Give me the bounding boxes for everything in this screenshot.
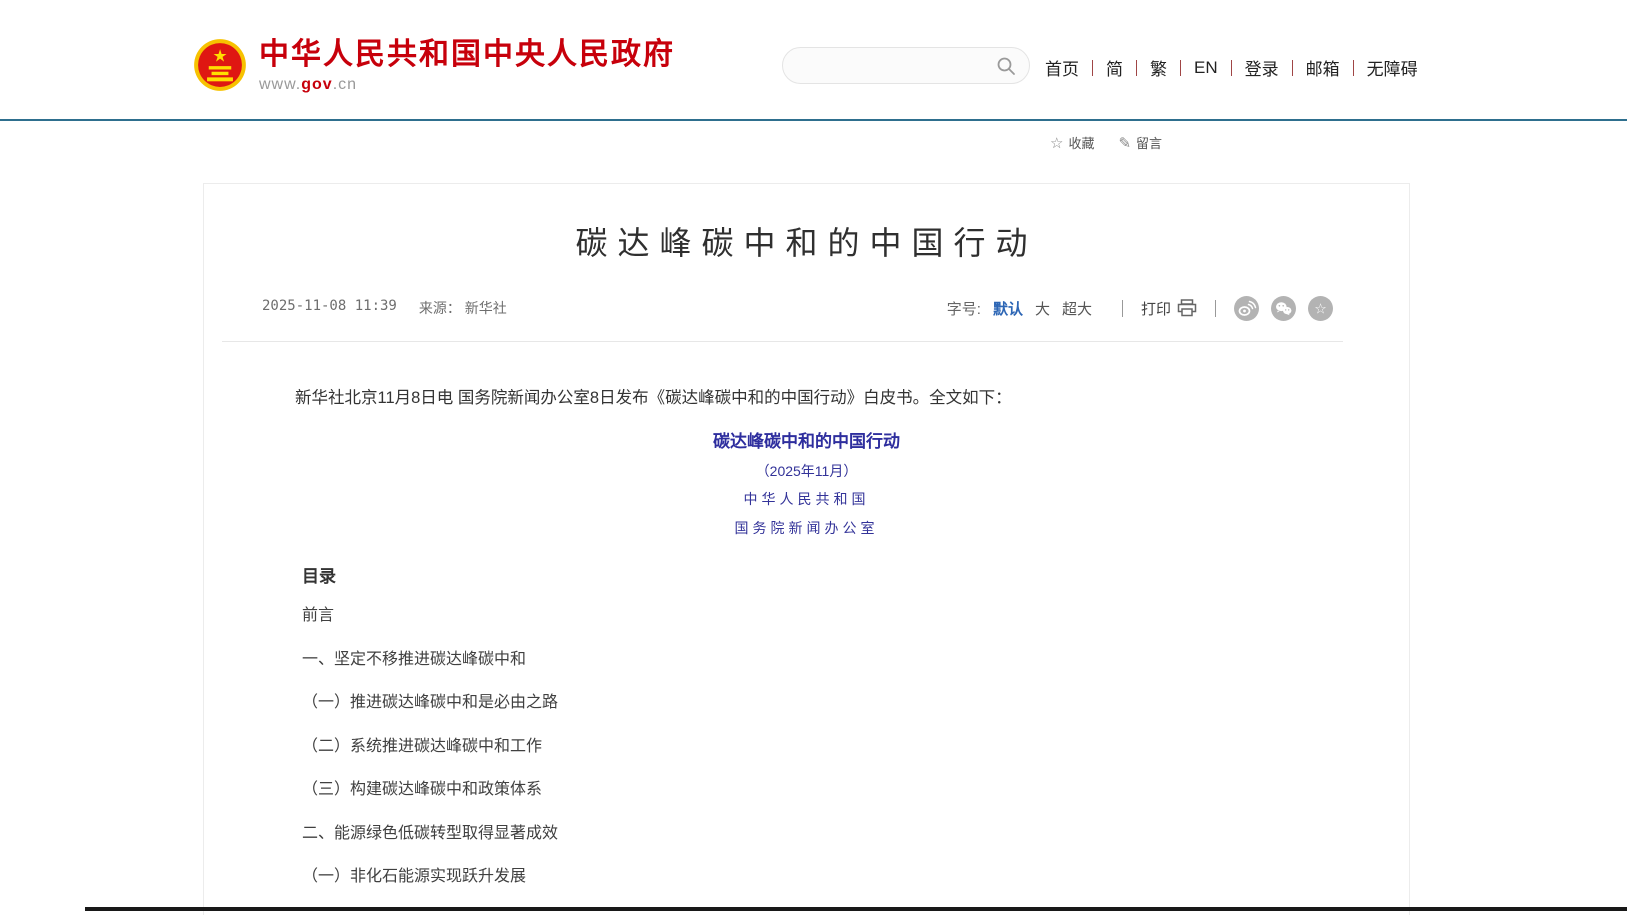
meta-divider-line — [222, 341, 1343, 342]
nav-separator — [1353, 60, 1354, 76]
source-label: 来源： — [419, 300, 461, 316]
favorite-label: 收藏 — [1068, 133, 1094, 152]
toc-item: （一）非化石能源实现跃升发展 — [302, 867, 558, 887]
nav-english[interactable]: EN — [1194, 58, 1218, 78]
nav-separator — [1136, 60, 1137, 76]
nav-separator — [1292, 60, 1293, 76]
toc-item: 一、坚定不移推进碳达峰碳中和 — [302, 650, 558, 670]
search-box[interactable] — [782, 47, 1030, 84]
nav-mail[interactable]: 邮箱 — [1306, 55, 1340, 80]
document-publisher-line2: 国务院新闻办公室 — [204, 520, 1409, 538]
emblem-star: ★ — [212, 47, 227, 66]
document-title: 碳达峰碳中和的中国行动 — [204, 432, 1409, 452]
url-gov: gov — [301, 76, 332, 93]
page-actions: ☆ 收藏 ✎ 留言 — [1050, 133, 1162, 152]
url-cn: .cn — [333, 76, 357, 93]
toc-title: 目录 — [302, 562, 336, 587]
document-publisher-line1: 中华人民共和国 — [204, 491, 1409, 509]
fontsize-large-button[interactable]: 大 — [1035, 298, 1050, 319]
toc-item: 前言 — [302, 606, 558, 626]
site-title: 中华人民共和国中央人民政府 — [259, 38, 675, 72]
comment-button[interactable]: ✎ 留言 — [1118, 133, 1162, 152]
document-heading-block: 碳达峰碳中和的中国行动 （2025年11月） 中华人民共和国 国务院新闻办公室 — [204, 432, 1409, 538]
national-emblem-logo: ★ — [193, 38, 247, 92]
url-www: www. — [259, 76, 301, 93]
print-button[interactable]: 打印 — [1141, 298, 1197, 319]
print-label: 打印 — [1141, 298, 1171, 319]
search-icon[interactable] — [995, 55, 1017, 77]
toolbar-separator — [1122, 300, 1123, 317]
source-value: 新华社 — [465, 300, 507, 316]
page: ★ 中华人民共和国中央人民政府 www.gov.cn 首页 简 繁 — [0, 0, 1627, 915]
article-card: 碳达峰碳中和的中国行动 2025-11-08 11:39 来源： 新华社 字号:… — [203, 183, 1410, 915]
fontsize-xlarge-button[interactable]: 超大 — [1062, 298, 1092, 319]
nav-home[interactable]: 首页 — [1045, 55, 1079, 80]
nav-login[interactable]: 登录 — [1245, 55, 1279, 80]
star-outline-icon: ☆ — [1050, 134, 1063, 152]
article-title: 碳达峰碳中和的中国行动 — [204, 220, 1409, 266]
share-icons: ☆ — [1234, 296, 1333, 321]
article-meta-left: 2025-11-08 11:39 来源： 新华社 — [262, 298, 507, 318]
favorite-button[interactable]: ☆ 收藏 — [1050, 133, 1094, 152]
site-url[interactable]: www.gov.cn — [259, 76, 675, 94]
printer-icon — [1177, 299, 1197, 317]
article-intro-paragraph: 新华社北京11月8日电 国务院新闻办公室8日发布《碳达峰碳中和的中国行动》白皮书… — [262, 386, 1319, 410]
toc-item: （一）推进碳达峰碳中和是必由之路 — [302, 693, 558, 713]
article-date: 2025-11-08 11:39 — [262, 298, 397, 318]
nav-traditional[interactable]: 繁 — [1150, 55, 1167, 80]
toc-item: 二、能源绿色低碳转型取得显著成效 — [302, 824, 558, 844]
share-wechat-icon[interactable] — [1271, 296, 1296, 321]
header-divider-line — [0, 119, 1627, 121]
svg-text:☆: ☆ — [1314, 300, 1327, 316]
site-header: ★ 中华人民共和国中央人民政府 www.gov.cn 首页 简 繁 — [0, 0, 1627, 119]
fontsize-default-button[interactable]: 默认 — [993, 298, 1023, 319]
nav-separator — [1231, 60, 1232, 76]
article-meta-bar: 2025-11-08 11:39 来源： 新华社 字号: 默认 大 超大 打印 — [262, 294, 1333, 322]
bottom-edge-line — [85, 907, 1627, 911]
comment-label: 留言 — [1136, 133, 1162, 152]
site-brand-link[interactable]: ★ 中华人民共和国中央人民政府 www.gov.cn — [193, 38, 675, 94]
table-of-contents: 前言 一、坚定不移推进碳达峰碳中和 （一）推进碳达峰碳中和是必由之路 （二）系统… — [302, 606, 558, 911]
toolbar-separator — [1215, 300, 1216, 317]
nav-accessibility[interactable]: 无障碍 — [1367, 55, 1418, 80]
search-input[interactable] — [783, 48, 995, 83]
nav-separator — [1180, 60, 1181, 76]
share-weibo-icon[interactable] — [1234, 296, 1259, 321]
toc-item: （三）构建碳达峰碳中和政策体系 — [302, 780, 558, 800]
document-date: （2025年11月） — [204, 462, 1409, 480]
header-nav: 首页 简 繁 EN 登录 邮箱 无障碍 — [1045, 55, 1418, 80]
share-favorite-icon[interactable]: ☆ — [1308, 296, 1333, 321]
fontsize-label: 字号: — [947, 298, 981, 319]
nav-simplified[interactable]: 简 — [1106, 55, 1123, 80]
toc-item: （二）系统推进碳达峰碳中和工作 — [302, 737, 558, 757]
brand-text: 中华人民共和国中央人民政府 www.gov.cn — [259, 38, 675, 94]
nav-separator — [1092, 60, 1093, 76]
pencil-icon: ✎ — [1118, 134, 1131, 152]
article-source: 来源： 新华社 — [419, 298, 507, 318]
article-toolbar: 字号: 默认 大 超大 打印 — [947, 296, 1333, 321]
